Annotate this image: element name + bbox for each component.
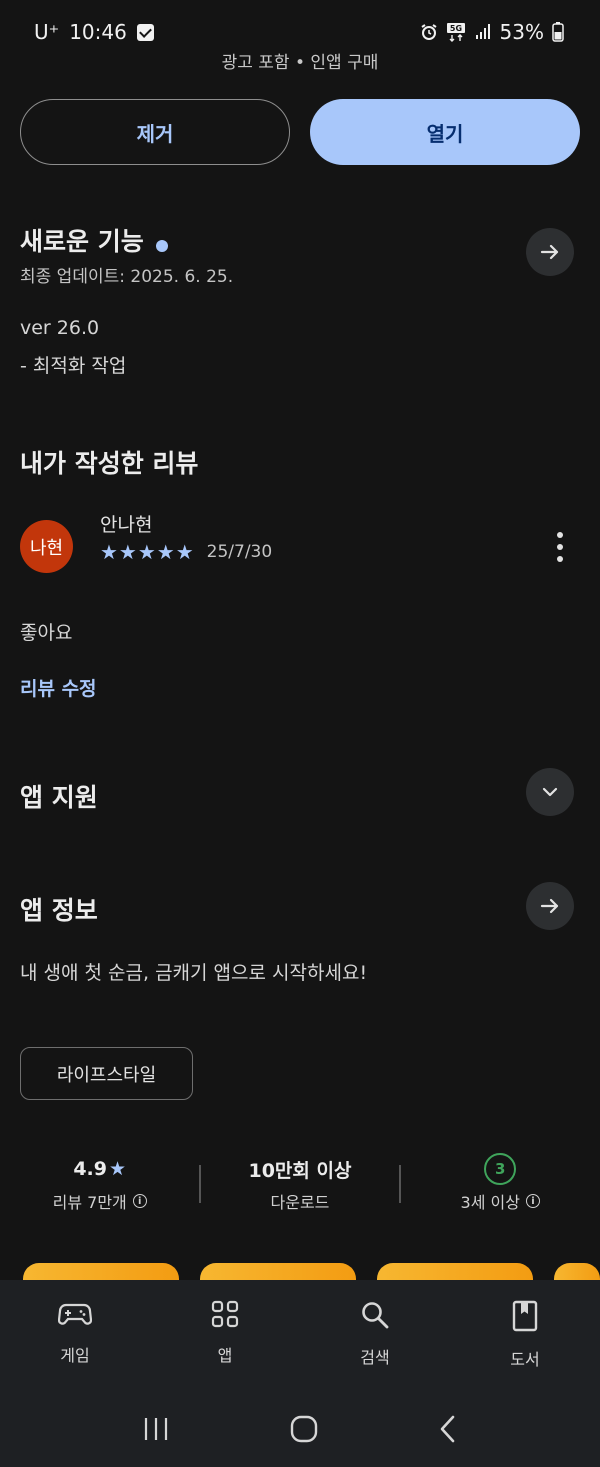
version-text: ver 26.0 [20, 317, 100, 339]
more-options-icon[interactable] [548, 532, 572, 562]
battery-icon [552, 22, 564, 42]
gamepad-icon [58, 1303, 92, 1325]
app-info-title[interactable]: 앱 정보 [20, 891, 98, 927]
clock: 10:46 [69, 20, 127, 44]
open-button[interactable]: 열기 [310, 99, 580, 165]
alarm-icon [420, 24, 437, 40]
svg-text:5G: 5G [449, 24, 461, 33]
avatar: 나현 [20, 520, 73, 573]
star-rating: ★★★★★ [100, 540, 195, 564]
recent-apps-icon[interactable] [142, 1416, 170, 1442]
remove-button[interactable]: 제거 [20, 99, 290, 165]
nav-item-games[interactable]: 게임 [15, 1300, 135, 1366]
divider [399, 1165, 401, 1203]
apps-grid-icon [211, 1300, 239, 1328]
bottom-navigation: 게임 앱 검색 도서 [0, 1280, 600, 1390]
edit-review-link[interactable]: 리뷰 수정 [20, 674, 97, 701]
arrow-right-icon [540, 244, 559, 260]
downloads-value: 10만회 이상 [248, 1159, 352, 1182]
book-icon [512, 1300, 538, 1332]
last-updated: 최종 업데이트: 2025. 6. 25. [20, 267, 234, 287]
age-rating-stat[interactable]: 3 3세 이상 i [420, 1153, 580, 1213]
app-support-expand-button[interactable] [526, 768, 574, 816]
new-indicator-dot [155, 239, 168, 252]
rating-label: 리뷰 7만개 [52, 1193, 127, 1212]
stats-row: 4.9 ★ 리뷰 7만개 i 10만회 이상 다운로드 3 3세 이상 i [0, 1153, 600, 1213]
whats-new-title: 새로운 기능 [20, 227, 144, 256]
age-rating-badge: 3 [484, 1153, 517, 1185]
nav-label-games: 게임 [60, 1346, 90, 1365]
review-date: 25/7/30 [206, 542, 273, 562]
info-icon: i [132, 1194, 147, 1208]
search-icon [362, 1302, 389, 1329]
nav-label-search: 검색 [360, 1348, 390, 1367]
home-icon[interactable] [290, 1415, 318, 1443]
nav-item-search[interactable]: 검색 [315, 1300, 435, 1368]
battery-percent: 53% [499, 20, 544, 44]
status-bar: U⁺ 10:46 5G 53% [34, 18, 564, 46]
chevron-down-icon [542, 787, 558, 797]
nav-label-books: 도서 [510, 1350, 540, 1369]
rating-value: 4.9 [73, 1158, 107, 1180]
system-navigation-bar [0, 1390, 600, 1467]
review-meta: ★★★★★ 25/7/30 [100, 540, 272, 564]
downloads-stat: 10만회 이상 다운로드 [220, 1155, 380, 1213]
back-icon[interactable] [438, 1415, 458, 1443]
review-text: 좋아요 [20, 622, 73, 644]
app-support-title[interactable]: 앱 지원 [20, 778, 98, 814]
nav-item-apps[interactable]: 앱 [165, 1300, 285, 1366]
arrow-right-icon [540, 898, 559, 914]
divider [199, 1165, 201, 1203]
carrier-label: U⁺ [34, 20, 60, 44]
nav-item-books[interactable]: 도서 [465, 1300, 585, 1370]
whats-new-header[interactable]: 새로운 기능 [20, 222, 168, 258]
5g-icon: 5G [446, 23, 465, 42]
app-notice: 광고 포함 • 인앱 구매 [221, 53, 379, 73]
signal-icon [475, 24, 490, 39]
app-description: 내 생애 첫 순금, 금캐기 앱으로 시작하세요! [20, 962, 368, 984]
downloads-label: 다운로드 [270, 1193, 330, 1212]
star-icon: ★ [109, 1158, 127, 1180]
review-author: 안나현 [100, 514, 153, 536]
nav-label-apps: 앱 [217, 1346, 233, 1365]
checkbox-notification-icon [136, 23, 154, 41]
category-chip[interactable]: 라이프스타일 [20, 1047, 193, 1100]
rating-stat[interactable]: 4.9 ★ 리뷰 7만개 i [20, 1155, 180, 1213]
release-notes: - 최적화 작업 [20, 355, 127, 377]
info-icon: i [525, 1194, 540, 1208]
age-rating-label: 3세 이상 [460, 1193, 520, 1212]
app-info-arrow-button[interactable] [526, 882, 574, 930]
whats-new-arrow-button[interactable] [526, 228, 574, 276]
my-review-title: 내가 작성한 리뷰 [20, 449, 199, 478]
